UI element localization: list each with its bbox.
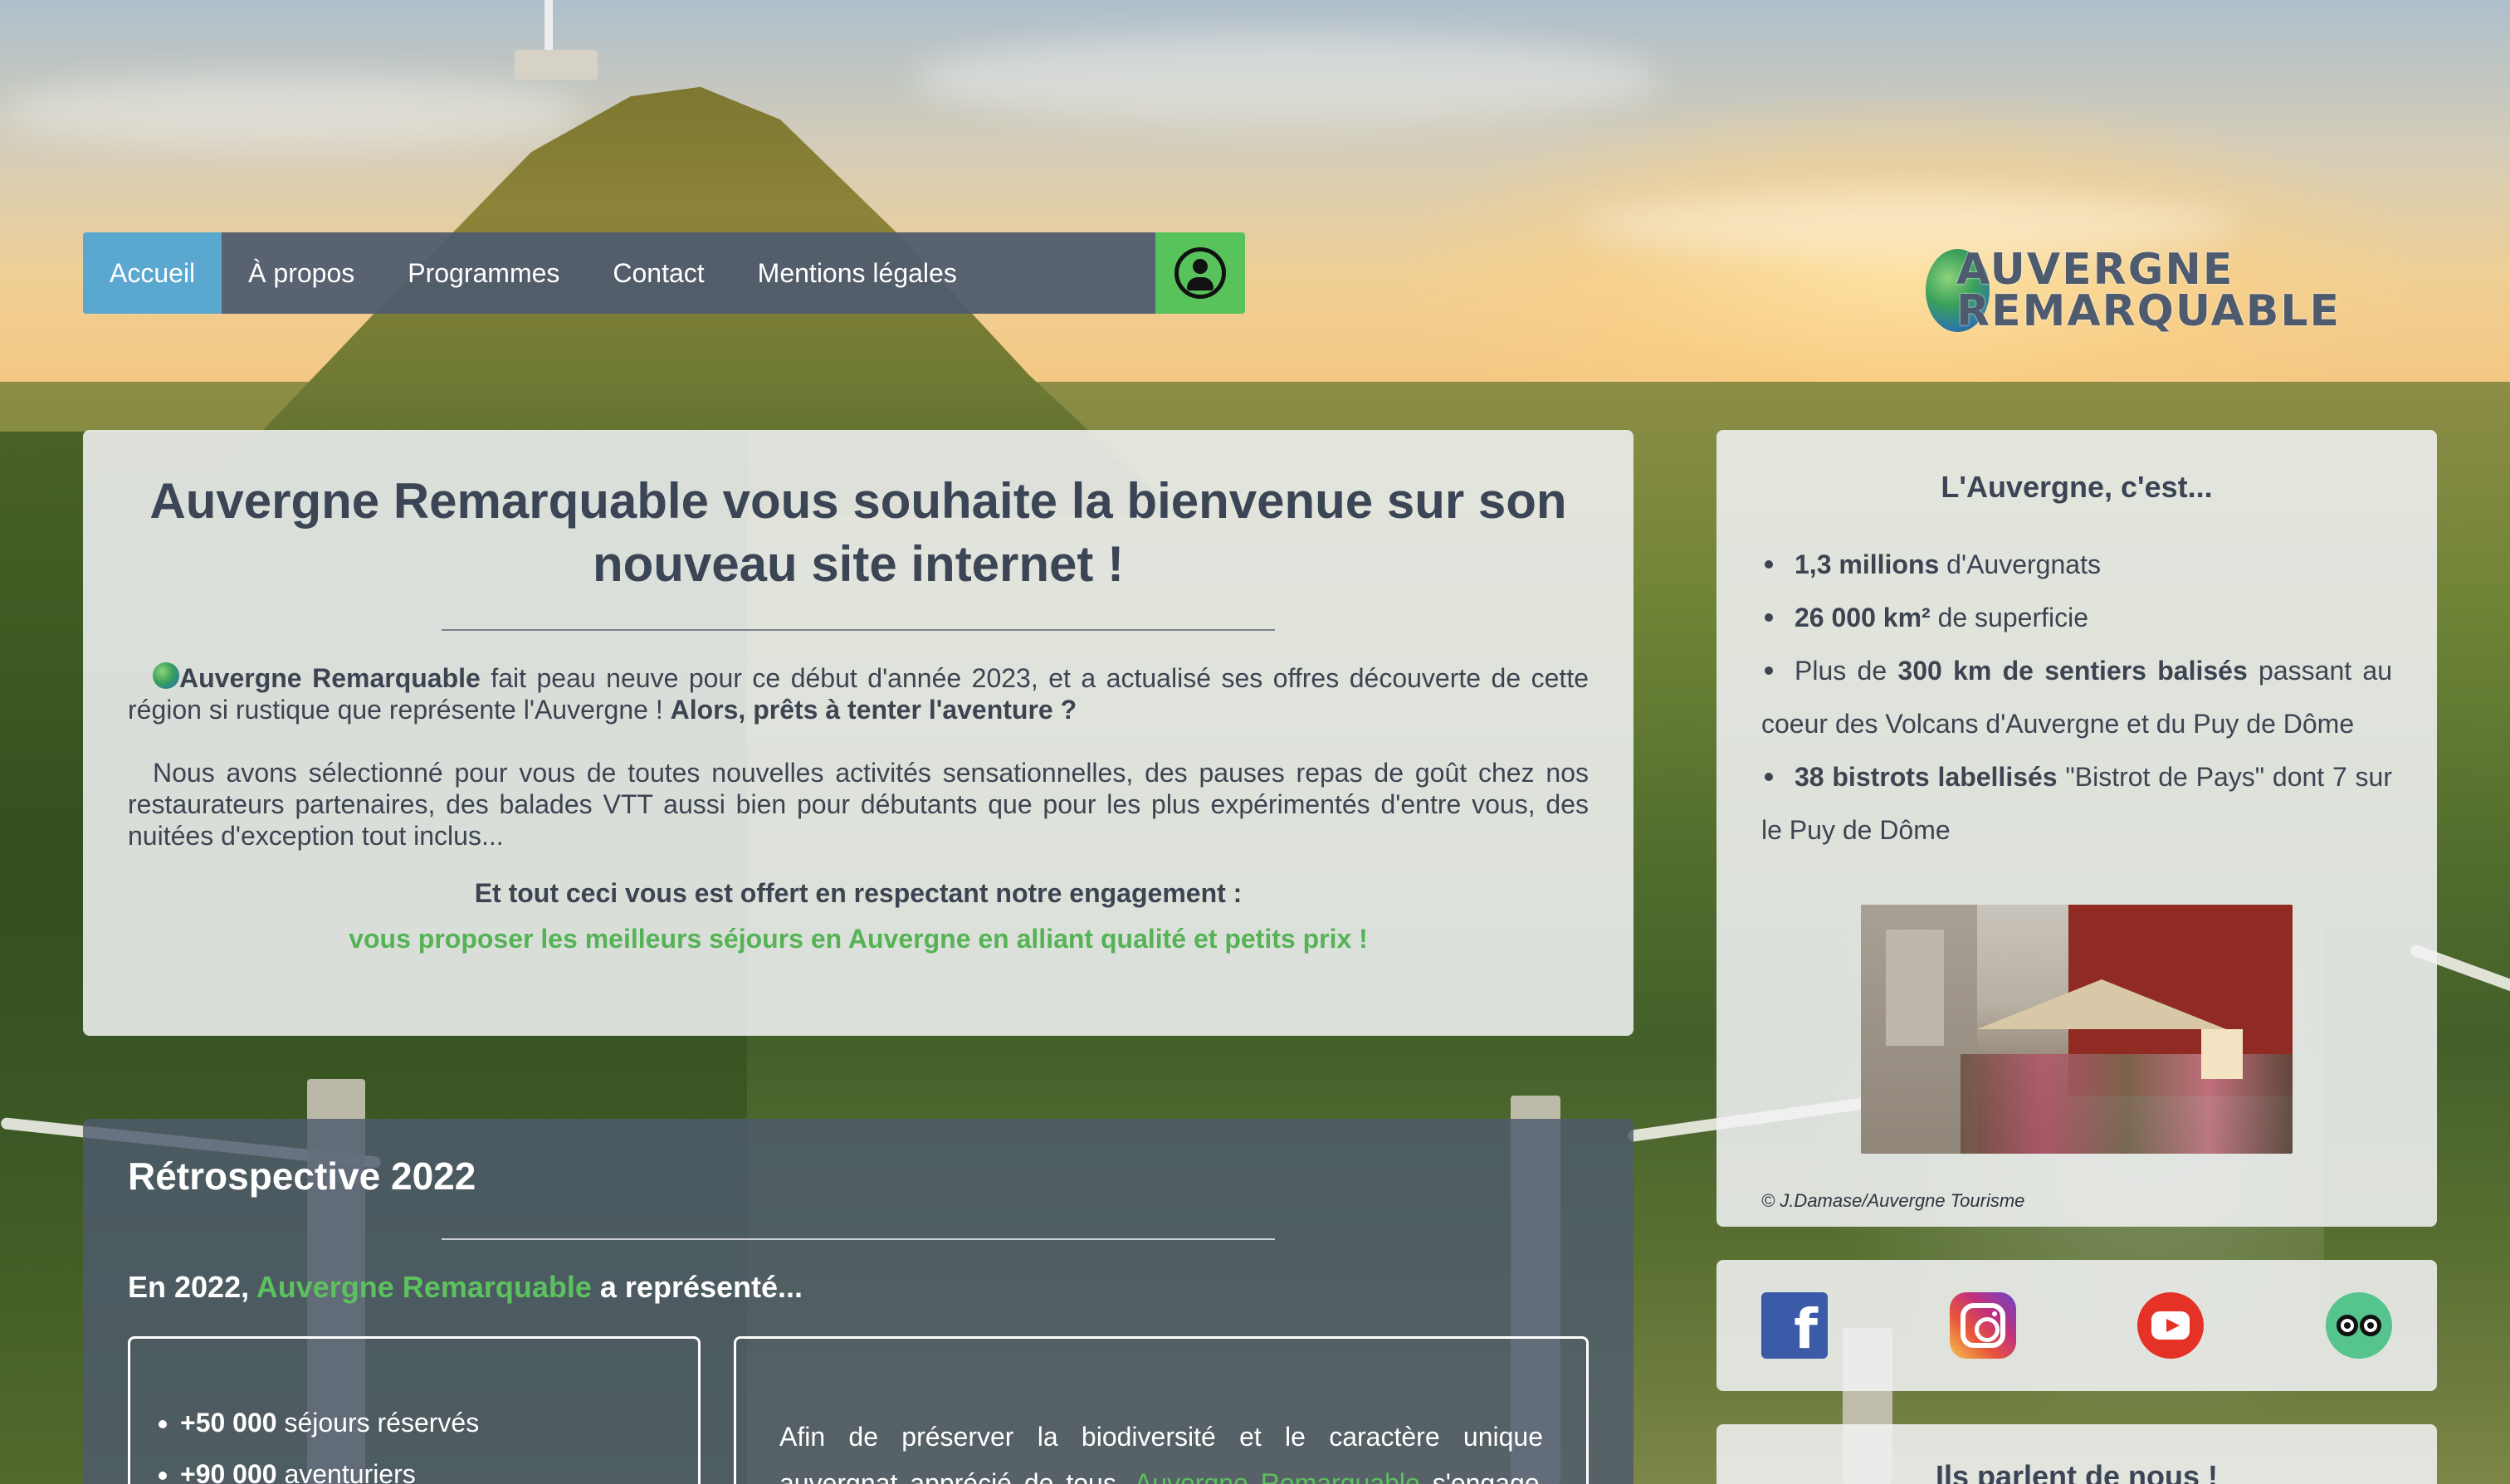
biodiversity-text-cont: auvergnat apprécié de tous, xyxy=(779,1468,1124,1484)
instagram-icon[interactable] xyxy=(1949,1292,2016,1359)
press-title: Ils parlent de nous ! xyxy=(1935,1459,2219,1484)
stat-item: +50 000 séjours réservés xyxy=(180,1397,648,1448)
site-logo[interactable]: AUVERGNE REMARQUABLE xyxy=(1926,241,2341,340)
fact-item: 26 000 km² de superficie xyxy=(1761,591,2392,644)
logo-line-2: REMARQUABLE xyxy=(1956,286,2341,336)
fact-bold: 38 bistrots labellisés xyxy=(1795,762,2058,792)
nav-item-a-propos[interactable]: À propos xyxy=(222,232,381,314)
welcome-title: Auvergne Remarquable vous souhaite la bi… xyxy=(149,473,1567,592)
welcome-intro: Auvergne Remarquable fait peau neuve pou… xyxy=(128,662,1589,725)
divider xyxy=(442,629,1275,631)
youtube-icon[interactable] xyxy=(2137,1292,2205,1359)
facts-title: L'Auvergne, c'est... xyxy=(1941,470,2213,504)
globe-icon xyxy=(153,662,179,689)
fact-text: d'Auvergnats xyxy=(1939,549,2101,579)
brand-name: Auvergne Remarquable xyxy=(179,663,481,693)
nav-item-accueil[interactable]: Accueil xyxy=(83,232,222,314)
stat-item: +90 000 aventuriers xyxy=(180,1448,648,1484)
stat-value: +50 000 xyxy=(180,1408,277,1438)
user-circle-icon xyxy=(1174,247,1226,299)
fact-bold: 1,3 millions xyxy=(1795,549,1940,579)
biodiversity-text: Afin de préserver la biodiversité et le … xyxy=(779,1422,1543,1452)
fact-prefix: Plus de xyxy=(1795,656,1898,686)
fact-bold: 26 000 km² xyxy=(1795,603,1931,632)
commitment-text: vous proposer les meilleurs séjours en A… xyxy=(349,924,1368,954)
retrospective-title: Rétrospective 2022 xyxy=(128,1154,476,1198)
tripadvisor-icon[interactable] xyxy=(2325,1292,2392,1359)
biodiversity-brand: Auvergne Remarquable xyxy=(1134,1468,1420,1484)
divider xyxy=(442,1238,1275,1240)
bistrot-photo xyxy=(1861,905,2293,1154)
photo-credit: © J.Damase/Auvergne Tourisme xyxy=(1761,1190,2025,1211)
welcome-description: Nous avons sélectionné pour vous de tout… xyxy=(128,758,1589,851)
stat-label: aventuriers xyxy=(276,1459,416,1484)
nav-item-contact[interactable]: Contact xyxy=(586,232,730,314)
stat-label: séjours réservés xyxy=(276,1408,480,1438)
fact-item: Plus de 300 km de sentiers balisés passa… xyxy=(1761,644,2392,750)
biodiversity-text-end: s'engage xyxy=(1419,1468,1540,1484)
nav-item-programmes[interactable]: Programmes xyxy=(381,232,586,314)
stats-box: +50 000 séjours réservés +90 000 aventur… xyxy=(128,1336,701,1484)
lead-suffix: a représenté... xyxy=(591,1270,803,1304)
press-panel: Ils parlent de nous ! xyxy=(1716,1424,2437,1484)
lead-prefix: En 2022, xyxy=(128,1270,256,1304)
facts-list: 1,3 millions d'Auvergnats 26 000 km² de … xyxy=(1761,538,2392,857)
facebook-icon[interactable]: f xyxy=(1761,1292,1828,1359)
commitment-title: Et tout ceci vous est offert en respecta… xyxy=(474,878,1243,908)
retrospective-lead: En 2022, Auvergne Remarquable a représen… xyxy=(128,1270,1589,1305)
retrospective-panel: Rétrospective 2022 En 2022, Auvergne Rem… xyxy=(83,1119,1633,1484)
account-button[interactable] xyxy=(1155,232,1245,314)
fact-bold: 300 km de sentiers balisés xyxy=(1897,656,2248,686)
social-links-panel: f xyxy=(1716,1260,2437,1391)
intro-cta: Alors, prêts à tenter l'aventure ? xyxy=(670,695,1077,725)
logo-line-1: AUVERGNE xyxy=(1956,245,2234,295)
main-nav: Accueil À propos Programmes Contact Ment… xyxy=(83,232,1245,314)
lead-brand: Auvergne Remarquable xyxy=(256,1270,592,1304)
logo-text: AUVERGNE REMARQUABLE xyxy=(1956,245,2341,336)
fact-text: de superficie xyxy=(1930,603,2088,632)
biodiversity-box: Afin de préserver la biodiversité et le … xyxy=(734,1336,1589,1484)
welcome-panel: Auvergne Remarquable vous souhaite la bi… xyxy=(83,430,1633,1036)
fact-item: 1,3 millions d'Auvergnats xyxy=(1761,538,2392,591)
auvergne-facts-panel: L'Auvergne, c'est... 1,3 millions d'Auve… xyxy=(1716,430,2437,1227)
stat-value: +90 000 xyxy=(180,1459,277,1484)
fact-item: 38 bistrots labellisés "Bistrot de Pays"… xyxy=(1761,750,2392,857)
nav-item-mentions-legales[interactable]: Mentions légales xyxy=(731,232,984,314)
